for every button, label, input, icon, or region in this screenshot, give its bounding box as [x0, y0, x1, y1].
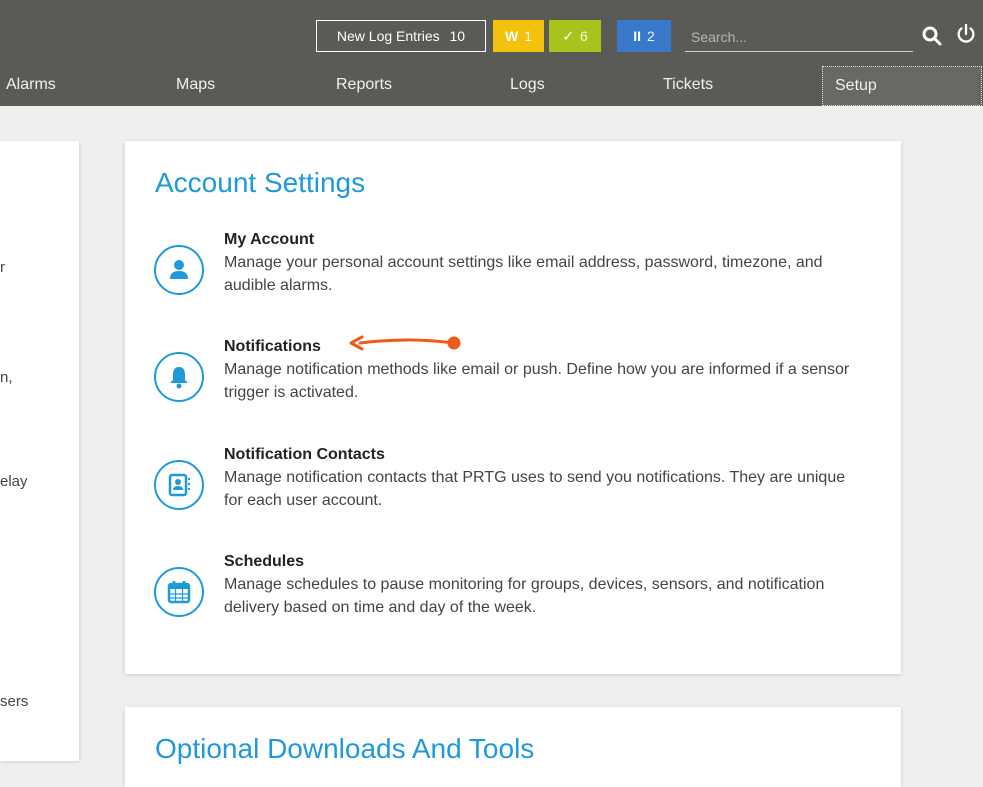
ok-badge-label: ✓ — [562, 28, 574, 44]
user-icon — [154, 245, 204, 295]
schedules-title[interactable]: Schedules — [224, 553, 304, 571]
ok-badge-count: 6 — [579, 28, 588, 44]
bell-icon — [154, 352, 204, 402]
new-log-entries-label: New Log Entries — [336, 28, 440, 44]
power-icon[interactable] — [955, 22, 977, 46]
annotation-arrow-icon — [349, 335, 461, 351]
paused-badge-count: 2 — [646, 28, 655, 44]
nav-maps[interactable]: Maps — [176, 66, 215, 106]
notifications-description: Manage notification methods like email o… — [224, 361, 850, 401]
notifications-title[interactable]: Notifications — [224, 338, 321, 356]
account-settings-card: Account Settings My Account Manage your … — [125, 141, 901, 674]
account-settings-title: Account Settings — [155, 167, 366, 198]
warning-badge-count: 1 — [524, 28, 532, 44]
ok-badge[interactable]: ✓ 6 — [549, 20, 601, 52]
notification-contacts-item[interactable]: Notification Contacts Manage notificatio… — [154, 446, 884, 536]
left-text-fragment: r — [0, 259, 5, 276]
calendar-icon — [154, 567, 204, 617]
my-account-item[interactable]: My Account Manage your personal account … — [154, 231, 884, 321]
warning-badge-label: W — [504, 28, 519, 44]
notification-contacts-description: Manage notification contacts that PRTG u… — [224, 469, 846, 509]
top-bar: New Log Entries 10 W1 ✓6 II2 Alarms Maps… — [0, 0, 983, 106]
paused-badge-label: II — [633, 28, 641, 44]
nav-reports[interactable]: Reports — [336, 66, 392, 106]
paused-badge[interactable]: II 2 — [617, 20, 671, 52]
nav-logs[interactable]: Logs — [510, 66, 545, 106]
search-input[interactable] — [685, 22, 913, 52]
contact-book-icon — [154, 460, 204, 510]
nav-alarms[interactable]: Alarms — [6, 66, 56, 106]
left-settings-panel: r n, elay sers — [0, 141, 79, 761]
schedules-item[interactable]: Schedules Manage schedules to pause moni… — [154, 553, 884, 643]
new-log-entries-count: 10 — [449, 28, 466, 44]
nav-tickets[interactable]: Tickets — [663, 66, 713, 106]
notification-contacts-title[interactable]: Notification Contacts — [224, 446, 385, 464]
my-account-title[interactable]: My Account — [224, 231, 314, 249]
schedules-description: Manage schedules to pause monitoring for… — [224, 576, 825, 616]
nav-setup[interactable]: Setup — [822, 66, 982, 106]
search-icon[interactable] — [920, 24, 944, 48]
my-account-description: Manage your personal account settings li… — [224, 254, 823, 294]
new-log-entries-button[interactable]: New Log Entries 10 — [316, 20, 486, 52]
notifications-item[interactable]: Notifications Manage notification method… — [154, 338, 884, 428]
optional-downloads-card: Optional Downloads And Tools — [125, 707, 901, 787]
optional-downloads-title: Optional Downloads And Tools — [155, 733, 535, 764]
left-text-fragment: n, — [0, 369, 13, 386]
warning-badge[interactable]: W1 — [493, 20, 544, 52]
left-text-fragment: sers — [0, 693, 29, 710]
left-text-fragment: elay — [0, 473, 28, 490]
